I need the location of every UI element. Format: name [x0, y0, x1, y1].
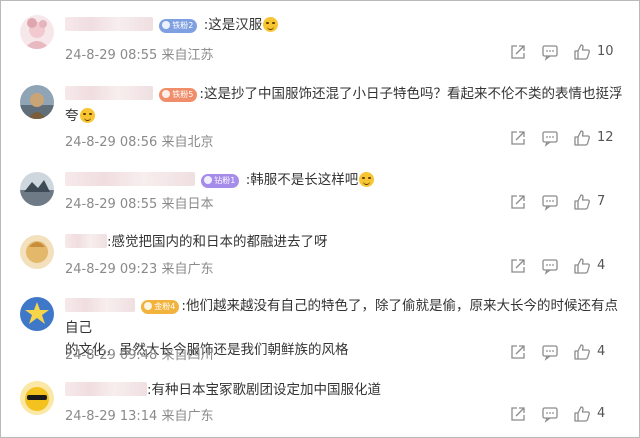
comment-icon[interactable]	[541, 43, 559, 63]
like-count: 12	[597, 130, 614, 145]
comment-time: 24-8-29 08:55	[65, 48, 158, 63]
comment-list: 铁粉2 :这是汉服 24-8-29 08:55 来自江苏 10 铁粉5:这是抄了…	[0, 0, 640, 438]
comment-time: 24-8-29 09:48	[65, 348, 158, 363]
comment-body: :这是抄了中国服饰还混了小日子特色吗？看起来不伦不类的表情也挺浮	[199, 86, 623, 102]
thumb-up-icon[interactable]	[573, 43, 591, 63]
comment-text: 铁粉2 :这是汉服	[65, 14, 627, 36]
comment-actions: 4	[509, 405, 639, 425]
like-count: 4	[597, 344, 606, 359]
comment-actions: 7	[509, 193, 639, 213]
comment-body: :感觉把国内的和日本的都融进去了呀	[107, 234, 328, 250]
username-redacted[interactable]	[65, 172, 195, 186]
comment-time: 24-8-29 08:55	[65, 197, 158, 212]
comment-icon[interactable]	[541, 129, 559, 149]
comment-meta: 24-8-29 09:48 来自四川	[65, 344, 214, 363]
comment-item: 金粉4:他们越来越没有自己的特色了，除了偷就是偷，原来大长今的时候还有点自己 的…	[1, 289, 639, 371]
comment-meta: 24-8-29 09:23 来自广东	[65, 258, 214, 277]
comment-body: :这是汉服	[203, 17, 263, 33]
fan-badge[interactable]: 铁粉5	[159, 88, 198, 102]
username-redacted[interactable]	[65, 234, 107, 248]
comment-icon[interactable]	[541, 343, 559, 363]
comment-location: 来自广东	[161, 409, 214, 424]
thumb-up-icon[interactable]	[573, 129, 591, 149]
thumb-up-icon[interactable]	[573, 405, 591, 425]
comment-item: 铁粉2 :这是汉服 24-8-29 08:55 来自江苏 10	[1, 1, 639, 65]
comment-actions: 4	[509, 257, 639, 277]
comment-actions: 12	[509, 129, 639, 149]
avatar[interactable]	[20, 297, 54, 331]
comment-time: 24-8-29 13:14	[65, 409, 158, 424]
avatar[interactable]	[20, 85, 54, 119]
thumb-up-icon[interactable]	[573, 343, 591, 363]
thumb-up-icon[interactable]	[573, 193, 591, 213]
comment-icon[interactable]	[541, 405, 559, 425]
comment-text: 铁粉5:这是抄了中国服饰还混了小日子特色吗？看起来不伦不类的表情也挺浮 夸	[65, 83, 627, 127]
like-count: 7	[597, 194, 606, 209]
comment-location: 来自四川	[161, 348, 214, 363]
comment-icon[interactable]	[541, 257, 559, 277]
comment-body: :韩服不是长这样吧	[245, 172, 359, 188]
username-redacted[interactable]	[65, 86, 153, 100]
comment-meta: 24-8-29 08:55 来自江苏	[65, 44, 214, 63]
emoji-icon	[359, 172, 375, 187]
comment-meta: 24-8-29 08:56 来自北京	[65, 131, 214, 150]
comment-meta: 24-8-29 08:55 来自日本	[65, 193, 214, 212]
share-icon[interactable]	[509, 343, 527, 363]
comment-text: :有种日本宝冢歌剧团设定加中国服化道	[65, 379, 627, 401]
comment-meta: 24-8-29 13:14 来自广东	[65, 405, 214, 424]
comment-text: :感觉把国内的和日本的都融进去了呀	[65, 231, 627, 253]
like-count: 10	[597, 44, 614, 59]
share-icon[interactable]	[509, 405, 527, 425]
comment-actions: 4	[509, 343, 639, 363]
comment-actions: 10	[509, 43, 639, 63]
fan-badge[interactable]: 铁粉2	[159, 19, 198, 33]
thumb-up-icon[interactable]	[573, 257, 591, 277]
fan-badge[interactable]: 金粉4	[141, 300, 180, 314]
share-icon[interactable]	[509, 43, 527, 63]
comment-location: 来自北京	[161, 135, 214, 150]
comment-time: 24-8-29 08:56	[65, 135, 158, 150]
emoji-icon	[263, 17, 279, 32]
comment-item: :感觉把国内的和日本的都融进去了呀 24-8-29 09:23 来自广东 4	[1, 225, 639, 283]
like-count: 4	[597, 406, 606, 421]
fan-badge[interactable]: 钻粉1	[201, 174, 240, 188]
avatar[interactable]	[20, 15, 54, 49]
like-count: 4	[597, 258, 606, 273]
comment-item: 钻粉1 :韩服不是长这样吧 24-8-29 08:55 来自日本 7	[1, 163, 639, 225]
comment-body: :有种日本宝冢歌剧团设定加中国服化道	[147, 382, 382, 398]
comment-text: 钻粉1 :韩服不是长这样吧	[65, 169, 627, 191]
comment-location: 来自广东	[161, 262, 214, 277]
username-redacted[interactable]	[65, 298, 135, 312]
comment-body-line2: 夸	[65, 108, 79, 124]
comment-item: 铁粉5:这是抄了中国服饰还混了小日子特色吗？看起来不伦不类的表情也挺浮 夸 24…	[1, 73, 639, 161]
comment-location: 来自江苏	[161, 48, 214, 63]
username-redacted[interactable]	[65, 382, 147, 396]
avatar[interactable]	[20, 381, 54, 415]
comment-item: :有种日本宝冢歌剧团设定加中国服化道 24-8-29 13:14 来自广东 4	[1, 373, 639, 435]
comment-icon[interactable]	[541, 193, 559, 213]
share-icon[interactable]	[509, 129, 527, 149]
comment-location: 来自日本	[161, 197, 214, 212]
share-icon[interactable]	[509, 193, 527, 213]
avatar[interactable]	[20, 172, 54, 206]
avatar[interactable]	[20, 235, 54, 269]
username-redacted[interactable]	[65, 17, 153, 31]
share-icon[interactable]	[509, 257, 527, 277]
emoji-icon	[79, 108, 95, 123]
comment-time: 24-8-29 09:23	[65, 262, 158, 277]
